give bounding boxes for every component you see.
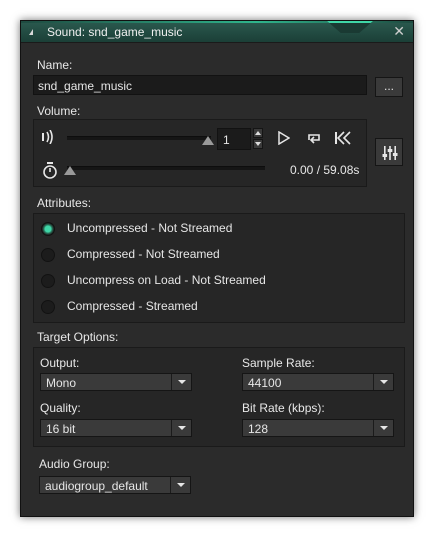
spinner-up-icon[interactable] <box>253 128 263 138</box>
sample-rate-label: Sample Rate: <box>242 356 315 370</box>
mixer-icon <box>382 146 398 160</box>
quality-dropdown[interactable]: 16 bit <box>40 419 192 437</box>
volume-slider-thumb[interactable] <box>202 136 214 145</box>
play-icon[interactable] <box>278 131 290 145</box>
radio-label: Compressed - Not Streamed <box>67 247 220 261</box>
collapse-icon[interactable] <box>29 29 33 35</box>
target-options-panel: Output: Mono Sample Rate: 44100 Quality:… <box>33 347 405 447</box>
close-icon[interactable]: ✕ <box>393 24 405 38</box>
bitrate-dropdown[interactable]: 128 <box>242 419 394 437</box>
quality-label: Quality: <box>40 401 81 415</box>
audio-group-dropdown[interactable]: audiogroup_default <box>39 476 191 494</box>
radio-label: Uncompressed - Not Streamed <box>67 221 233 235</box>
name-field[interactable]: snd_game_music <box>33 75 367 95</box>
sound-properties-window: Sound: snd_game_music ✕ Name: snd_game_m… <box>20 20 414 517</box>
radio-label: Compressed - Streamed <box>67 299 198 313</box>
attributes-label: Attributes: <box>37 196 92 210</box>
chevron-down-icon[interactable] <box>373 420 393 436</box>
playback-position-thumb[interactable] <box>64 166 76 175</box>
spinner-down-icon[interactable] <box>253 139 263 149</box>
stopwatch-icon <box>43 162 57 179</box>
volume-spinner[interactable] <box>253 128 263 150</box>
browse-button[interactable]: ... <box>375 77 403 97</box>
loop-icon[interactable] <box>306 131 322 145</box>
mixer-button[interactable] <box>375 138 403 166</box>
volume-panel: 1 0.00 / 59.08s <box>33 119 367 187</box>
rewind-icon[interactable] <box>334 131 352 145</box>
output-label: Output: <box>40 356 80 370</box>
target-options-label: Target Options: <box>37 330 119 344</box>
chevron-down-icon[interactable] <box>171 420 191 436</box>
volume-input[interactable]: 1 <box>217 128 251 150</box>
chevron-down-icon[interactable] <box>373 374 393 390</box>
volume-label: Volume: <box>37 104 81 118</box>
output-dropdown[interactable]: Mono <box>40 373 192 391</box>
quality-value: 16 bit <box>46 422 76 436</box>
chevron-down-icon[interactable] <box>171 374 191 390</box>
radio-unchecked-icon[interactable] <box>41 248 55 262</box>
title-notch-decoration <box>327 21 373 33</box>
attributes-panel: Uncompressed - Not Streamed Compressed -… <box>33 213 405 323</box>
sample-rate-dropdown[interactable]: 44100 <box>242 373 394 391</box>
radio-unchecked-icon[interactable] <box>41 300 55 314</box>
bitrate-value: 128 <box>248 422 269 436</box>
name-label: Name: <box>37 58 73 72</box>
volume-icon <box>42 130 53 144</box>
output-value: Mono <box>46 376 77 390</box>
radio-checked-icon[interactable] <box>41 222 55 236</box>
volume-slider[interactable] <box>67 136 211 140</box>
chevron-down-icon[interactable] <box>170 477 190 493</box>
audio-group-label: Audio Group: <box>39 457 110 471</box>
time-readout: 0.00 / 59.08s <box>290 163 360 177</box>
audio-group-value: audiogroup_default <box>45 479 148 493</box>
bitrate-label: Bit Rate (kbps): <box>242 401 325 415</box>
sample-rate-value: 44100 <box>248 376 282 390</box>
title-bar[interactable]: Sound: snd_game_music ✕ <box>21 21 413 43</box>
window-title: Sound: snd_game_music <box>47 25 183 39</box>
playback-position-track[interactable] <box>67 166 265 170</box>
radio-label: Uncompress on Load - Not Streamed <box>67 273 266 287</box>
radio-unchecked-icon[interactable] <box>41 274 55 288</box>
